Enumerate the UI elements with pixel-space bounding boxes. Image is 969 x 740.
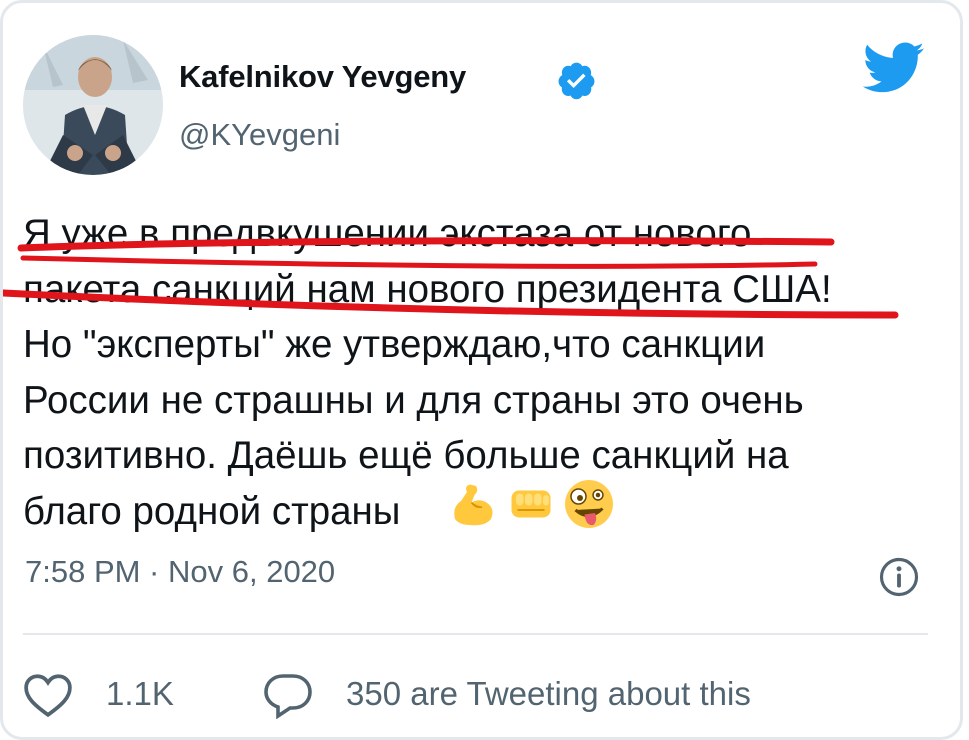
flexed-biceps-emoji-icon	[454, 484, 493, 526]
avatar-photo	[23, 35, 163, 175]
author-handle[interactable]: @KYevgeni	[179, 117, 340, 153]
tweet-card: Kafelnikov Yevgeny @KYevgeni Я уже в пре…	[0, 0, 963, 740]
heart-icon[interactable]	[23, 671, 73, 719]
avatar[interactable]	[23, 35, 163, 175]
author-name[interactable]: Kafelnikov Yevgeny	[179, 59, 466, 95]
oncoming-fist-emoji-icon	[511, 490, 551, 518]
emoji-group	[446, 477, 616, 531]
verified-badge-icon	[558, 62, 595, 100]
speech-bubble-icon[interactable]	[261, 671, 315, 719]
zany-face-emoji-icon	[565, 480, 613, 528]
twitter-bird-icon[interactable]	[863, 39, 925, 97]
conversation-link[interactable]: 350 are Tweeting about this	[346, 675, 751, 713]
tweet-timestamp[interactable]: 7:58 PM · Nov 6, 2020	[25, 554, 335, 590]
like-count[interactable]: 1.1K	[106, 675, 174, 713]
divider	[23, 633, 928, 635]
info-icon[interactable]	[878, 556, 920, 598]
